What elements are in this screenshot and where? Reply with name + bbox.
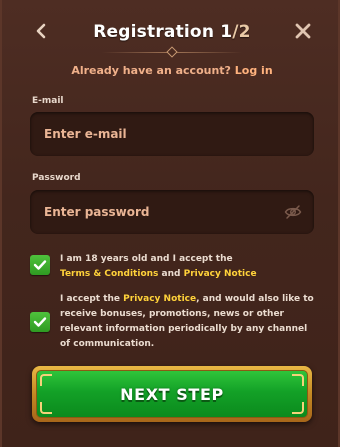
eye-off-icon[interactable] xyxy=(284,204,302,220)
login-link[interactable]: Log in xyxy=(235,64,273,77)
age-terms-and: and xyxy=(158,269,184,279)
login-prompt: Already have an account? Log in xyxy=(2,64,340,77)
marketing-text-start: I accept the xyxy=(60,294,124,304)
divider-diamond-icon xyxy=(166,46,178,58)
registration-panel: Registration 1/2 Already have an account… xyxy=(0,0,340,447)
title-step: Registration 1 xyxy=(93,22,233,42)
next-step-button-face: NEXT STEP xyxy=(36,370,308,418)
title-total: /2 xyxy=(232,22,251,42)
age-terms-text-start: I am 18 years old and I accept the xyxy=(60,254,233,264)
privacy-notice-link[interactable]: Privacy Notice xyxy=(184,269,257,279)
email-label: E-mail xyxy=(32,96,64,106)
age-terms-checkbox[interactable] xyxy=(30,255,50,275)
close-icon xyxy=(295,23,311,39)
corner-ornament xyxy=(292,374,304,386)
email-field[interactable] xyxy=(30,112,314,156)
corner-ornament xyxy=(40,374,52,386)
next-step-button[interactable]: NEXT STEP xyxy=(32,366,312,422)
checkmark-icon xyxy=(33,260,47,270)
marketing-checkbox[interactable] xyxy=(30,312,50,332)
next-step-label: NEXT STEP xyxy=(120,384,224,404)
email-field-container xyxy=(30,112,314,156)
password-label: Password xyxy=(32,173,81,183)
password-field-container xyxy=(30,190,314,234)
age-terms-text: I am 18 years old and I accept the Terms… xyxy=(60,252,318,282)
terms-conditions-link[interactable]: Terms & Conditions xyxy=(60,269,158,279)
corner-ornament xyxy=(40,402,52,414)
close-button[interactable] xyxy=(290,18,316,44)
login-prompt-text: Already have an account? xyxy=(71,64,231,77)
checkmark-icon xyxy=(33,317,47,327)
header: Registration 1/2 xyxy=(2,0,340,58)
privacy-notice-link-2[interactable]: Privacy Notice xyxy=(123,294,196,304)
marketing-text: I accept the Privacy Notice, and would a… xyxy=(60,292,318,352)
corner-ornament xyxy=(292,402,304,414)
password-field[interactable] xyxy=(30,190,314,234)
